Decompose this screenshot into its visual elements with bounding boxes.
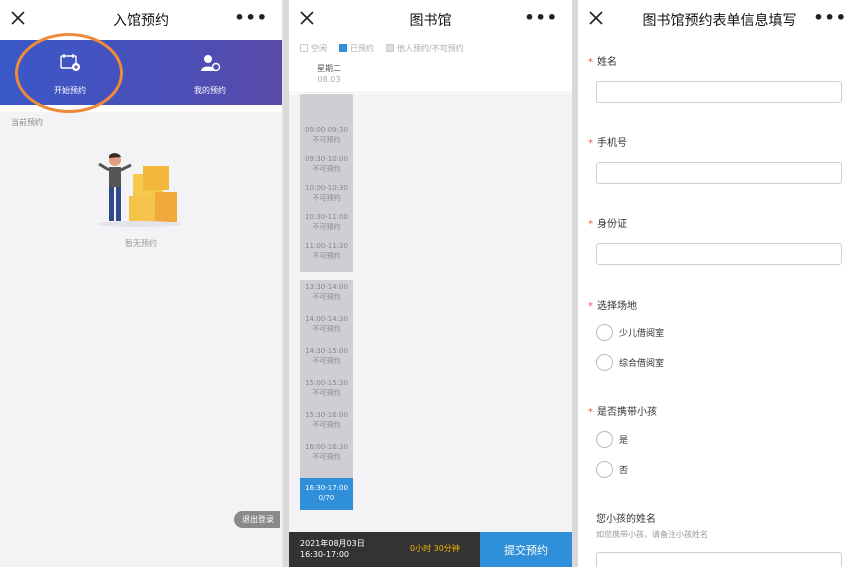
- empty-state-text: 暂无预约: [125, 239, 157, 248]
- timeslot-time: 14:00-14:30: [305, 315, 348, 323]
- bring-child-label: * 是否携带小孩: [588, 407, 657, 418]
- timeslot-time: 16:00-16:30: [305, 443, 348, 451]
- user-settings-icon: [199, 54, 221, 72]
- timeslot-item[interactable]: 10:30-11:00 不可预约: [300, 212, 353, 232]
- timeslot-item[interactable]: 11:00-11:30 不可预约: [300, 241, 353, 261]
- timeslot-status: 不可预约: [312, 223, 341, 231]
- page-title: 图书馆: [409, 13, 452, 29]
- timeslot-status: 不可预约: [312, 165, 341, 173]
- legend-unavailable: 他人预约/不可预约: [386, 43, 464, 54]
- reservation-form-screen: 图书馆预约表单信息填写 ••• * 姓名 * 手机号 * 身份证 * 选择场地 少儿借阅…: [578, 0, 861, 567]
- page-title: 图书馆预约表单信息填写: [642, 13, 797, 29]
- timeslot-status: 不可预约: [312, 252, 341, 260]
- entry-reservation-screen: 入馆预约 ••• 开始预约 我的预约 当前预约 暂无预约 退出登录: [0, 0, 283, 567]
- logout-button[interactable]: 退出登录: [234, 511, 280, 528]
- timeslot-item[interactable]: 13:30-14:00 不可预约: [300, 282, 353, 302]
- more-menu-icon[interactable]: •••: [524, 10, 558, 26]
- radio-button[interactable]: [596, 354, 613, 371]
- timeslot-selected[interactable]: 16:30-17:00 0/70: [300, 478, 353, 510]
- timeslot-item[interactable]: 10:00-10:30 不可预约: [300, 183, 353, 203]
- legend-booked: 已预约: [339, 43, 374, 54]
- booking-summary-bar: 2021年08月03日 16:30-17:00 0小时 30分钟 提交预约: [289, 532, 572, 567]
- timeslot-status: 不可预约: [312, 293, 341, 301]
- timeslot-item[interactable]: 14:30-15:00 不可预约: [300, 346, 353, 366]
- afternoon-slot-column: 13:30-14:00 不可预约 14:00-14:30 不可预约 14:30-15:0…: [300, 280, 353, 510]
- timeslot-status: 不可预约: [312, 389, 341, 397]
- title-bar: 图书馆 •••: [289, 0, 572, 40]
- submit-reservation-button[interactable]: 提交预约: [480, 532, 572, 567]
- timeslot-time: 10:30-11:00: [305, 213, 348, 221]
- bring-child-yes[interactable]: 是: [596, 431, 628, 448]
- free-swatch: [300, 44, 308, 52]
- child-name-hint: 如您携带小孩，请备注小孩姓名: [596, 530, 708, 539]
- id-card-label: * 身份证: [588, 219, 627, 230]
- venue-option-children[interactable]: 少儿借阅室: [596, 324, 664, 341]
- legend-free: 空闲: [300, 43, 327, 54]
- timeslot-item[interactable]: 09:30-10:00 不可预约: [300, 154, 353, 174]
- timeslot-time: 09:00-09:30: [305, 126, 348, 134]
- timeslot-status: 不可预约: [312, 136, 341, 144]
- slot-legend: 空闲 已预约 他人预约/不可预约: [289, 40, 572, 56]
- day-column-header[interactable]: 星期二 08.03: [300, 63, 358, 85]
- timeslot-time: 11:00-11:30: [305, 242, 348, 250]
- timeslot-status: 不可预约: [312, 194, 341, 202]
- timeslot-item[interactable]: 15:30-16:00 不可预约: [300, 410, 353, 430]
- venue-label: * 选择场地: [588, 301, 637, 312]
- booked-swatch: [339, 44, 347, 52]
- highlight-circle: [15, 33, 123, 113]
- timeslot-time: 15:30-16:00: [305, 411, 348, 419]
- empty-state-illustration: [97, 153, 181, 227]
- phone-input[interactable]: [596, 162, 842, 184]
- title-bar: 图书馆预约表单信息填写 •••: [578, 0, 861, 40]
- venue-option-general[interactable]: 综合借阅室: [596, 354, 664, 371]
- selected-date-time: 2021年08月03日 16:30-17:00: [300, 539, 365, 559]
- timeslot-time: 13:30-14:00: [305, 283, 348, 291]
- name-label: * 姓名: [588, 57, 617, 68]
- timeslot-item[interactable]: 16:00-16:30 不可预约: [300, 442, 353, 462]
- current-reservations-heading: 当前预约: [11, 118, 43, 127]
- close-icon[interactable]: [298, 9, 316, 27]
- timeslot-time: 10:00-10:30: [305, 184, 348, 192]
- timeslot-status: 不可预约: [312, 357, 341, 365]
- close-icon[interactable]: [9, 9, 27, 27]
- my-reservations-button[interactable]: 我的预约: [150, 40, 270, 105]
- bring-child-no[interactable]: 否: [596, 461, 628, 478]
- more-menu-icon[interactable]: •••: [813, 10, 847, 26]
- child-name-input[interactable]: [596, 552, 842, 567]
- more-menu-icon[interactable]: •••: [234, 10, 268, 26]
- name-input[interactable]: [596, 81, 842, 103]
- timeslot-status: 不可预约: [312, 325, 341, 333]
- library-timeslot-screen: 图书馆 ••• 空闲 已预约 他人预约/不可预约 星期二 08.03 09:00…: [289, 0, 572, 567]
- timeslot-status: 不可预约: [312, 453, 341, 461]
- radio-button[interactable]: [596, 461, 613, 478]
- morning-slot-column: 09:00-09:30 不可预约 09:30-10:00 不可预约 10:00-10:3…: [300, 94, 353, 272]
- timeslot-item[interactable]: 09:00-09:30 不可预约: [300, 125, 353, 145]
- page-title: 入馆预约: [113, 13, 169, 29]
- timeslot-time: 15:00-15:30: [305, 379, 348, 387]
- title-bar: 入馆预约 •••: [0, 0, 282, 40]
- radio-button[interactable]: [596, 324, 613, 341]
- my-reservations-label: 我的预约: [194, 86, 226, 95]
- duration-text: 0小时 30分钟: [410, 544, 460, 553]
- phone-label: * 手机号: [588, 138, 627, 149]
- close-icon[interactable]: [587, 9, 605, 27]
- timeslot-item[interactable]: 15:00-15:30 不可预约: [300, 378, 353, 398]
- date-header: 星期二 08.03: [289, 57, 572, 93]
- timeslot-item[interactable]: 14:00-14:30 不可预约: [300, 314, 353, 334]
- child-name-label: 您小孩的姓名: [596, 514, 656, 525]
- timeslot-status: 不可预约: [312, 421, 341, 429]
- timeslot-time: 09:30-10:00: [305, 155, 348, 163]
- id-card-input[interactable]: [596, 243, 842, 265]
- timeslot-time: 14:30-15:00: [305, 347, 348, 355]
- radio-button[interactable]: [596, 431, 613, 448]
- unavailable-swatch: [386, 44, 394, 52]
